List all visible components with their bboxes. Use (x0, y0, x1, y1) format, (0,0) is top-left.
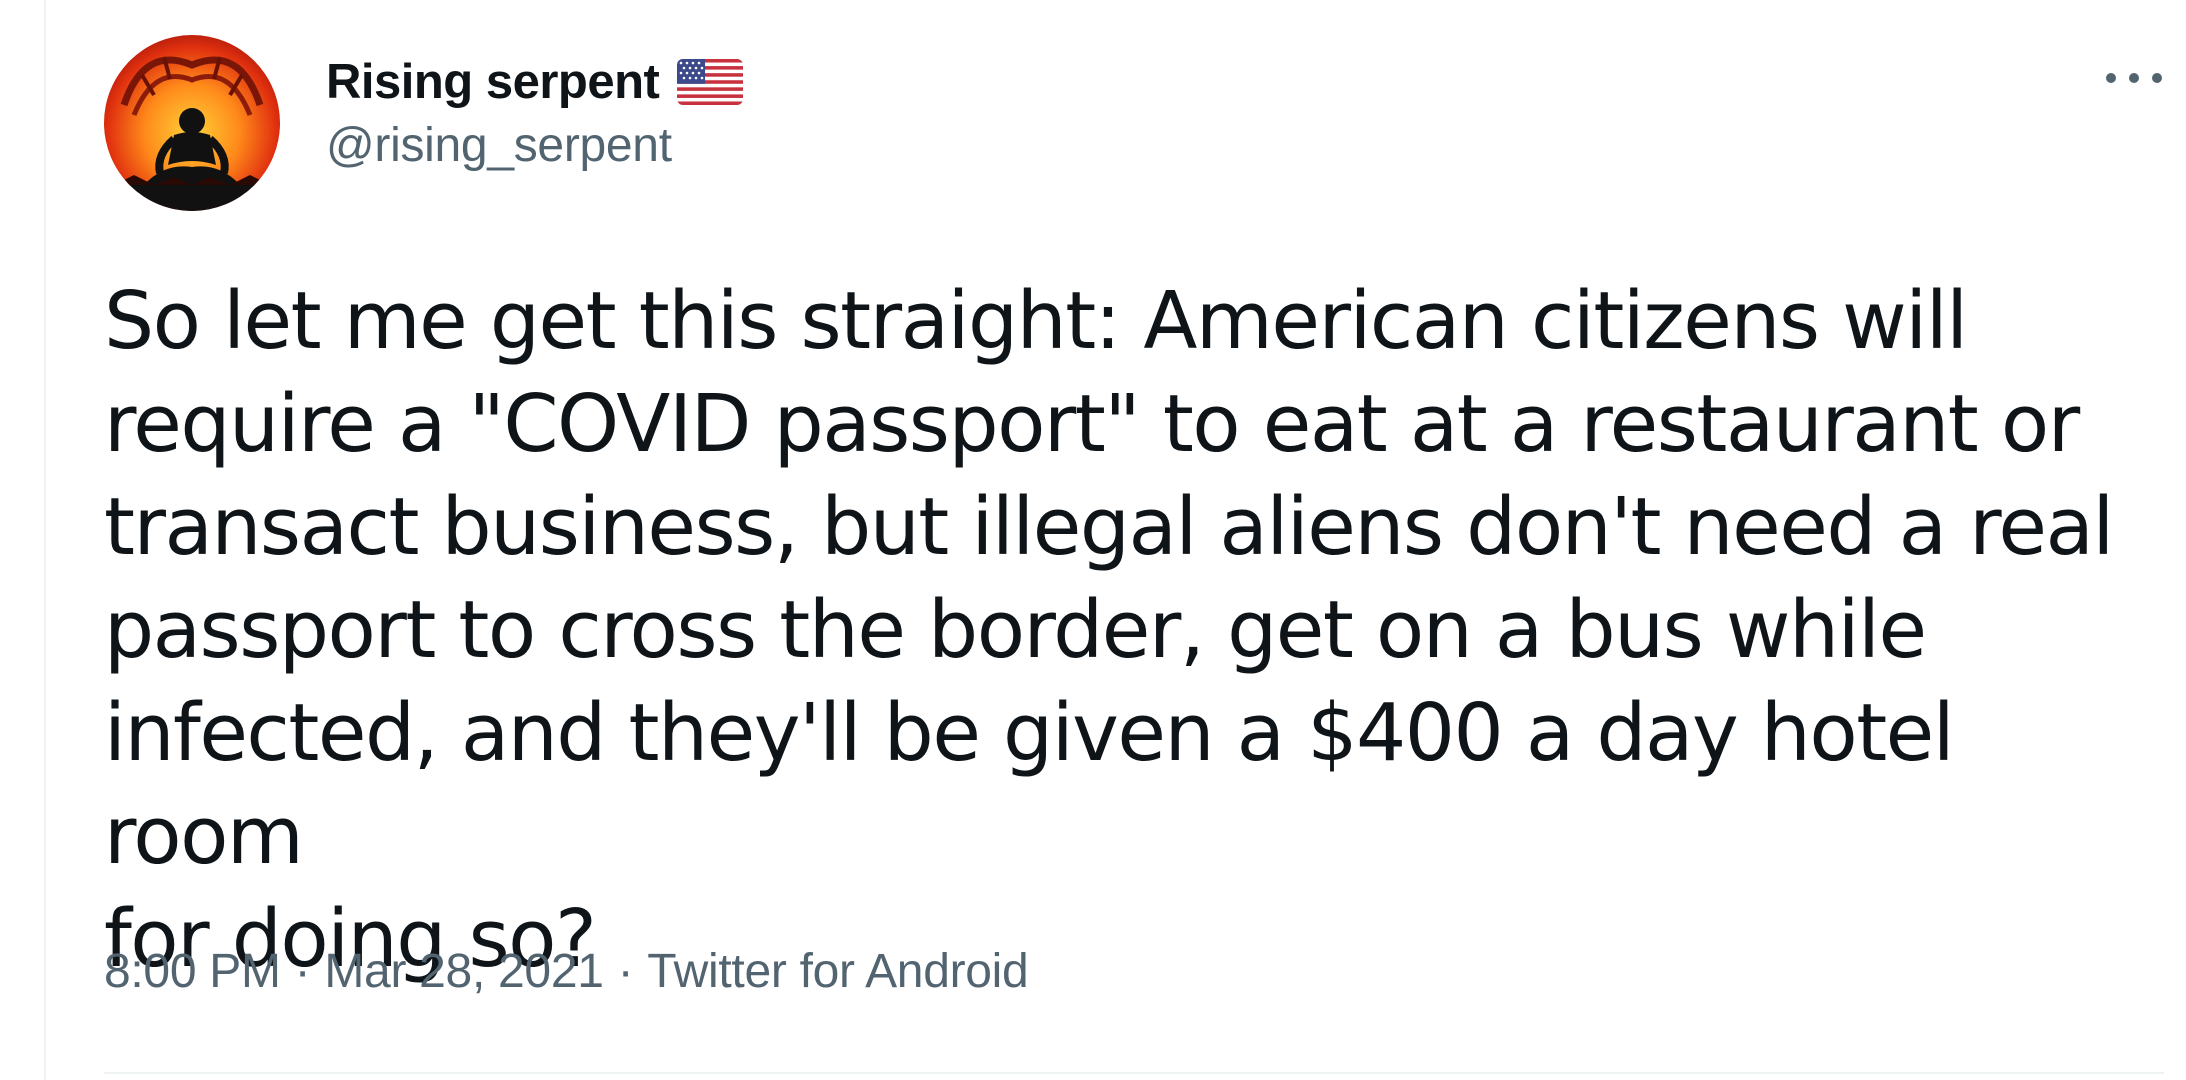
avatar[interactable] (104, 35, 280, 211)
tweet-time[interactable]: 8:00 PM (104, 944, 281, 999)
more-dot (2152, 73, 2162, 83)
tweet-source[interactable]: Twitter for Android (647, 944, 1028, 999)
more-dot (2106, 73, 2116, 83)
timeline-left-border (44, 0, 46, 1080)
avatar-image (104, 35, 280, 211)
tweet: Rising serpent @rising_serpent So let me… (104, 0, 2164, 1080)
more-dot (2129, 73, 2139, 83)
divider (104, 1072, 2164, 1074)
tweet-metadata: 8:00 PM · Mar 28, 2021 · Twitter for And… (104, 944, 1029, 999)
tweet-date[interactable]: Mar 28, 2021 (324, 944, 604, 999)
tweet-author: Rising serpent @rising_serpent (326, 50, 744, 173)
tweet-text: So let me get this straight: American ci… (104, 275, 2114, 985)
display-name-row: Rising serpent (326, 50, 744, 114)
more-horizontal-icon[interactable] (2106, 58, 2162, 98)
user-handle[interactable]: @rising_serpent (326, 118, 743, 173)
meta-separator: · (294, 945, 311, 998)
meta-separator: · (617, 945, 634, 998)
us-flag-icon (677, 59, 744, 105)
display-name[interactable]: Rising serpent (326, 54, 660, 110)
